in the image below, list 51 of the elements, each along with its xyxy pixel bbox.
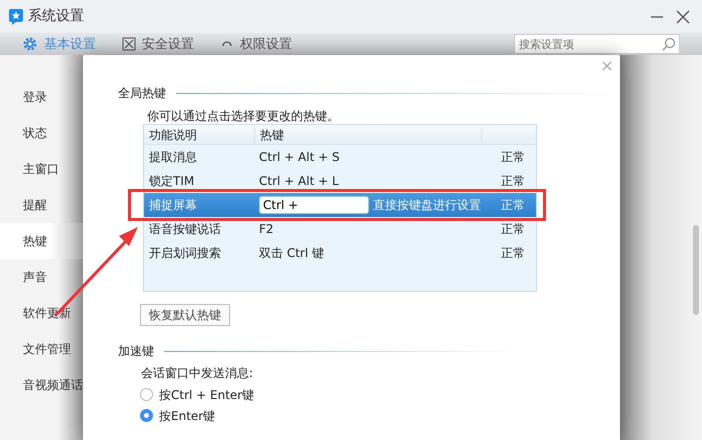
table-cell-text: 双击 Ctrl 键 — [259, 245, 324, 262]
table-cell-text: 提取消息 — [149, 149, 198, 166]
close-icon — [676, 10, 690, 24]
sidebar-item[interactable]: 音视频通话 — [0, 367, 83, 403]
table-cell-text: Ctrl + Alt + L — [259, 173, 339, 190]
table-row[interactable]: 开启划词搜索 双击 Ctrl 键 正常 — [144, 241, 536, 265]
sidebar-item[interactable]: 主窗口 — [0, 151, 83, 187]
search-field[interactable]: 搜索设置项 — [514, 34, 680, 54]
section-title: 全局热键 — [118, 85, 166, 102]
radio-label[interactable]: 按Ctrl + Enter键 — [159, 386, 254, 404]
minimize-icon — [651, 16, 663, 18]
table-cell-text: 捕捉屏幕 — [149, 197, 198, 214]
table-cell-text: Ctrl + Alt + S — [259, 149, 340, 166]
app-logo-icon — [8, 8, 24, 26]
table-cell-text: F2 — [259, 221, 274, 238]
reset-button[interactable]: 恢复默认热键 — [140, 304, 230, 326]
option-label: 会话窗口中发送消息: — [141, 365, 254, 382]
search-icon — [662, 37, 676, 51]
table-row[interactable]: 提取消息 Ctrl + Alt + S 正常 — [144, 145, 536, 169]
table-cell-text: 锁定TIM — [149, 173, 196, 190]
hint-text: 你可以通过点击选择要更改的热键。 — [147, 108, 340, 124]
table-cell: 正常 — [501, 150, 525, 164]
table-row[interactable]: 捕捉屏幕 Ctrl + 直接按键盘进行设置 正常 — [144, 193, 536, 217]
hotkey-input[interactable]: Ctrl + — [259, 196, 369, 214]
sidebar-item[interactable]: 热键 — [0, 223, 83, 259]
section-title: 加速键 — [118, 343, 154, 360]
sidebar-item[interactable]: 提醒 — [0, 187, 83, 223]
table-cell: 正常 — [501, 246, 525, 260]
settings-tab[interactable]: 安全设置 — [122, 37, 194, 51]
sidebar-item[interactable]: 状态 — [0, 115, 83, 151]
radio-label[interactable]: 按Enter键 — [159, 406, 216, 424]
tab-icon — [122, 37, 136, 51]
radio-button[interactable] — [140, 409, 153, 422]
radio-button[interactable] — [140, 388, 153, 401]
table-row[interactable]: 锁定TIM Ctrl + Alt + L 正常 — [144, 169, 536, 193]
column-header: 功能说明 — [148, 126, 198, 144]
column-header: 热键 — [254, 126, 481, 144]
input-hint: 直接按键盘进行设置 — [373, 197, 481, 214]
tab-icon — [22, 36, 38, 52]
table-row[interactable]: 语音按键说话 F2 正常 — [144, 217, 536, 241]
sidebar-item[interactable]: 登录 — [0, 79, 83, 115]
sidebar-item[interactable]: 声音 — [0, 259, 83, 295]
table-cell: 正常 — [501, 222, 525, 236]
table-cell: 正常 — [501, 174, 525, 188]
table-cell-text: 语音按键说话 — [149, 221, 222, 238]
close-icon — [602, 61, 612, 71]
table-cell: 正常 — [501, 198, 525, 212]
settings-tab[interactable]: 权限设置 — [220, 37, 292, 51]
window-title: 系统设置 — [28, 7, 84, 26]
sidebar-item[interactable]: 文件管理 — [0, 331, 83, 367]
table-cell-text: 开启划词搜索 — [149, 245, 222, 262]
